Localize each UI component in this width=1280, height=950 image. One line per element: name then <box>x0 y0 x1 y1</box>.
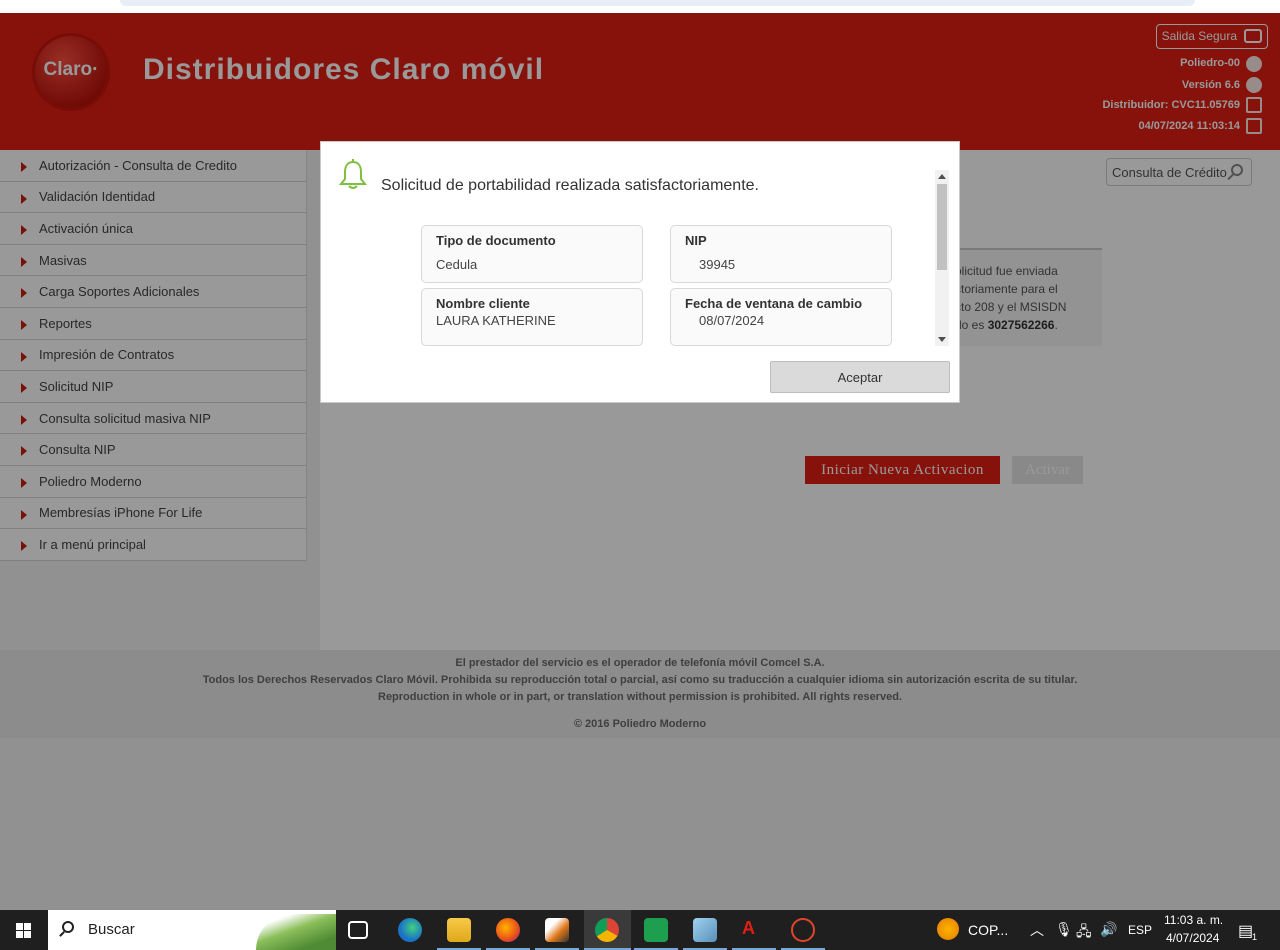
address-bar[interactable] <box>120 0 1195 6</box>
taskbar-search[interactable]: Buscar <box>48 910 336 950</box>
field-label: Tipo de documento <box>436 233 556 248</box>
field-value: 08/07/2024 <box>699 313 765 328</box>
field-label: Nombre cliente <box>436 296 530 311</box>
scroll-down-icon[interactable] <box>938 337 946 342</box>
dialog-message: Solicitud de portabilidad realizada sati… <box>381 177 759 194</box>
scroll-thumb[interactable] <box>937 184 947 270</box>
notifications-count: 1 <box>1252 932 1258 942</box>
notepad-icon[interactable] <box>693 918 717 942</box>
taskbar-search-placeholder: Buscar <box>88 921 135 938</box>
field-value: LAURA KATHERINE <box>436 313 556 328</box>
field-label: Fecha de ventana de cambio <box>685 296 863 311</box>
language-indicator[interactable]: ESP <box>1128 923 1152 937</box>
field-label: NIP <box>685 233 707 248</box>
chevron-up-icon[interactable]: ︿ <box>1030 920 1044 940</box>
microphone-icon[interactable]: 🎙 <box>1055 921 1073 938</box>
snipping-tool-icon[interactable] <box>791 918 815 942</box>
field-value: Cedula <box>436 257 478 272</box>
search-highlight-image <box>256 914 336 950</box>
bell-icon <box>338 159 368 189</box>
chrome-icon[interactable] <box>595 918 619 942</box>
currency-widget-label[interactable]: COP... <box>968 922 1008 938</box>
network-icon[interactable]: 🖧 <box>1076 921 1092 945</box>
success-dialog: Solicitud de portabilidad realizada sati… <box>320 141 960 403</box>
task-view-icon[interactable] <box>348 921 368 939</box>
clock-time[interactable]: 11:03 a. m. <box>1164 913 1223 927</box>
file-explorer-icon[interactable] <box>447 918 471 942</box>
field-fecha-ventana: Fecha de ventana de cambio 08/07/2024 <box>670 288 892 346</box>
browser-strip <box>0 0 1280 13</box>
search-icon <box>62 921 74 933</box>
spreadsheet-icon[interactable] <box>644 918 668 942</box>
windows-taskbar: Buscar A COP... ︿ 🎙 🖧 🔊 ESP 11:03 a. m. … <box>0 910 1280 950</box>
field-nip: NIP 39945 <box>670 225 892 283</box>
scroll-up-icon[interactable] <box>938 174 946 179</box>
volume-icon[interactable]: 🔊 <box>1100 921 1117 938</box>
field-value: 39945 <box>699 257 736 272</box>
clock-date[interactable]: 4/07/2024 <box>1166 931 1219 945</box>
field-tipo-documento: Tipo de documento Cedula <box>421 225 643 283</box>
accept-button[interactable]: Aceptar <box>770 361 950 393</box>
acrobat-icon[interactable]: A <box>742 918 766 942</box>
field-nombre-cliente: Nombre cliente LAURA KATHERINE <box>421 288 643 346</box>
edge-icon[interactable] <box>398 918 422 942</box>
start-button[interactable] <box>0 910 48 950</box>
firefox-icon[interactable] <box>496 918 520 942</box>
app-icon[interactable] <box>545 918 569 942</box>
windows-icon <box>16 923 32 939</box>
currency-widget-icon[interactable] <box>937 918 959 940</box>
dialog-scrollbar[interactable] <box>935 170 949 346</box>
notifications-icon[interactable]: ▤ <box>1238 921 1253 941</box>
